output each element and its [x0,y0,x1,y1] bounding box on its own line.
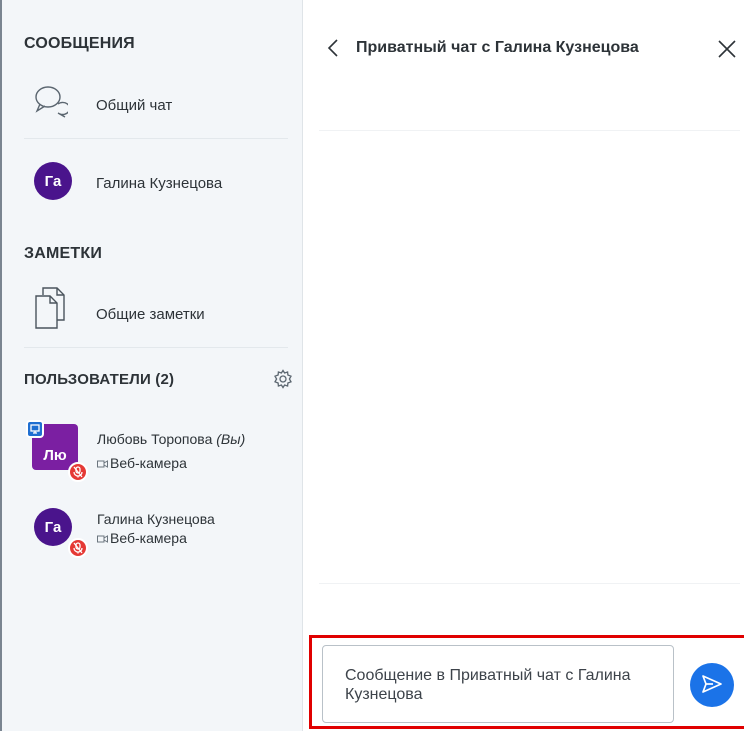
user-status: Веб-камера [97,455,187,471]
users-section-title: ПОЛЬЗОВАТЕЛИ (2) [24,371,175,388]
chevron-left-icon[interactable] [323,36,345,60]
user-name: Галина Кузнецова [97,511,215,527]
copy-documents-icon [34,286,66,335]
divider [24,138,288,139]
user-list-item[interactable]: Га Галина Кузнецова Веб-камера [24,500,294,564]
user-list-item[interactable]: Лю Любовь Торопова (Вы) Веб-камера [24,418,294,482]
notes-section-title: ЗАМЕТКИ [24,245,103,262]
close-icon[interactable] [716,38,738,60]
sidebar: СООБЩЕНИЯ Общий чат Га Галина Кузнецова … [0,0,303,731]
user-status: Веб-камера [97,530,187,546]
shared-notes-label: Общие заметки [96,306,205,323]
avatar: Га [34,162,72,200]
user-name-text: Любовь Торопова [97,431,213,447]
chat-title: Приватный чат с Галина Кузнецова [356,39,639,56]
user-status-text: Веб-камера [110,530,187,546]
video-camera-icon [97,530,108,546]
avatar: Га [34,508,72,546]
message-list [319,131,740,583]
gear-icon[interactable] [273,369,293,394]
divider [319,583,740,584]
public-chat-item[interactable]: Общий чат [24,76,302,132]
shared-notes-item[interactable]: Общие заметки [24,284,302,340]
user-status-text: Веб-камера [110,455,187,471]
speech-bubbles-icon [34,84,71,125]
mic-muted-icon [68,538,88,558]
send-button[interactable] [690,663,734,707]
private-chat-label: Галина Кузнецова [96,175,223,192]
chat-header: Приватный чат с Галина Кузнецова [303,0,744,96]
video-camera-icon [97,455,108,471]
mic-muted-icon [68,462,88,482]
public-chat-label: Общий чат [96,97,173,114]
you-tag: (Вы) [216,431,246,447]
private-chat-item[interactable]: Га Галина Кузнецова [24,155,302,211]
messages-section-title: СООБЩЕНИЯ [24,35,135,52]
user-name: Любовь Торопова (Вы) [97,431,245,447]
private-chat-panel: Приватный чат с Галина Кузнецова [303,0,744,731]
presentation-screen-icon [26,420,44,438]
divider [24,347,288,348]
send-icon [701,674,723,697]
message-input[interactable] [322,645,674,723]
